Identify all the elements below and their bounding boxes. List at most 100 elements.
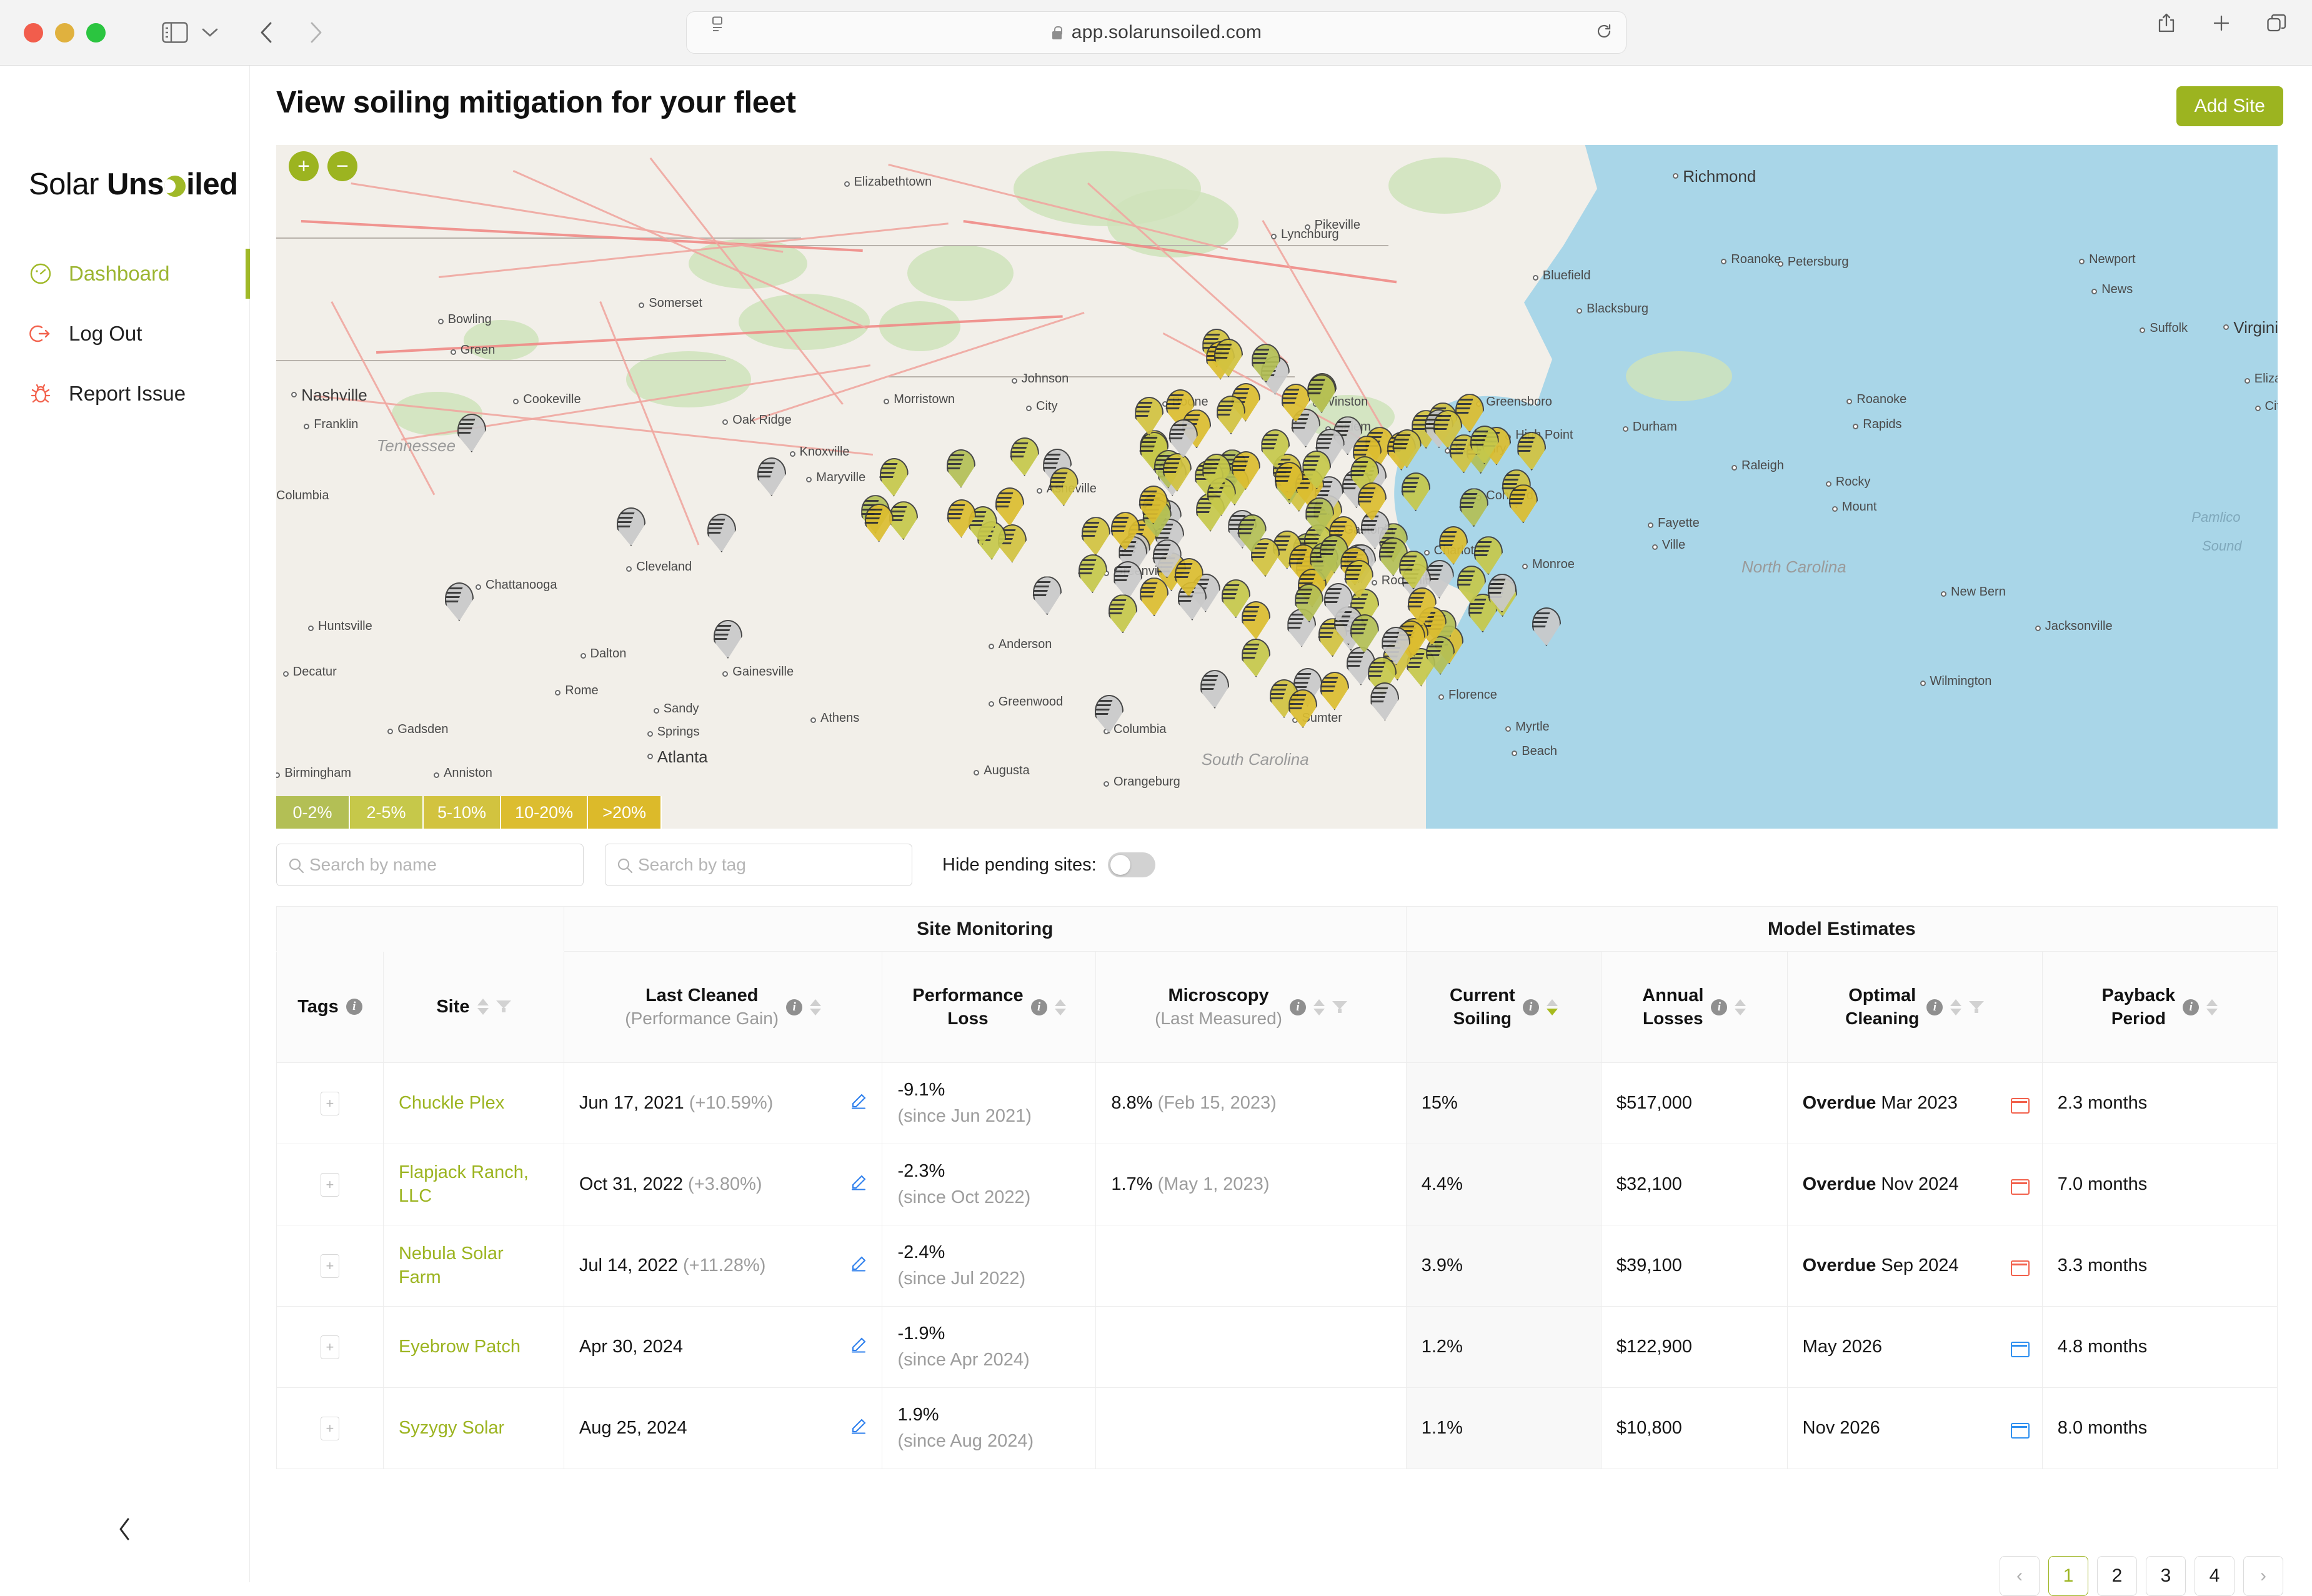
address-bar[interactable]: app.solarunsoiled.com <box>686 11 1627 54</box>
column-header-optimal[interactable]: Optimal Cleaning i <box>1786 951 2043 1063</box>
app-logo[interactable]: Solar Uns iled <box>29 167 238 202</box>
pagination-next-button[interactable]: › <box>2243 1556 2283 1596</box>
filter-funnel-icon[interactable] <box>1969 1000 1985 1015</box>
edit-pencil-icon[interactable] <box>850 1093 867 1114</box>
sort-toggle-icon[interactable] <box>477 999 489 1015</box>
map-city-dot <box>1522 564 1528 569</box>
edit-pencil-icon[interactable] <box>850 1337 867 1358</box>
search-input-name[interactable] <box>277 844 583 885</box>
map-canvas[interactable]: + − Elizabethtown Richmond Lynchburg Pikevi… <box>276 145 2278 829</box>
minimize-window-button[interactable] <box>55 22 74 42</box>
pagination-page-1[interactable]: 1 <box>2048 1556 2088 1596</box>
new-tab-icon[interactable] <box>2212 14 2231 36</box>
column-header-current[interactable]: Current Soiling i <box>1405 951 1602 1063</box>
calendar-icon[interactable] <box>2010 1339 2030 1357</box>
info-icon[interactable]: i <box>1290 999 1306 1015</box>
map-zoom-in-button[interactable]: + <box>289 151 319 181</box>
column-header-tags[interactable]: Tags i <box>276 951 384 1063</box>
reload-icon[interactable] <box>1596 23 1612 42</box>
sort-toggle-icon[interactable] <box>1735 999 1746 1015</box>
info-icon[interactable]: i <box>1926 999 1943 1015</box>
legend-item-1[interactable]: 2-5% <box>350 796 424 829</box>
site-name-link[interactable]: Eyebrow Patch <box>399 1337 521 1357</box>
pagination-page-2[interactable]: 2 <box>2097 1556 2137 1596</box>
map-label: Augusta <box>984 764 1030 777</box>
table-row[interactable]: + Chuckle Plex Jun 17, 2021 (+10.59%) -9.1%… <box>276 1062 2278 1144</box>
sidebar-item-dashboard[interactable]: Dashboard <box>0 244 251 304</box>
map-city-dot <box>2079 258 2085 264</box>
table-row[interactable]: + Eyebrow Patch Apr 30, 2024 -1.9% (since A… <box>276 1306 2278 1388</box>
sidebar-toggle-icon[interactable] <box>162 22 188 43</box>
sort-toggle-icon[interactable] <box>2206 999 2218 1015</box>
table-row[interactable]: + Nebula Solar Farm Jul 14, 2022 (+11.28%)… <box>276 1225 2278 1307</box>
tabs-overview-icon[interactable] <box>2267 14 2287 36</box>
sidebar-item-logout[interactable]: Log Out <box>0 304 250 364</box>
calendar-icon[interactable] <box>2010 1420 2030 1439</box>
page-settings-icon[interactable] <box>709 16 724 36</box>
forward-arrow-icon[interactable] <box>309 21 323 44</box>
site-name-link[interactable]: Nebula Solar Farm <box>399 1244 504 1287</box>
search-input-tag[interactable] <box>605 844 912 885</box>
calendar-icon[interactable] <box>2010 1258 2030 1276</box>
legend-item-0[interactable]: 0-2% <box>276 796 350 829</box>
back-arrow-icon[interactable] <box>259 21 273 44</box>
site-name-link[interactable]: Flapjack Ranch, LLC <box>399 1162 529 1206</box>
info-icon[interactable]: i <box>1711 999 1728 1015</box>
legend-item-3[interactable]: 10-20% <box>501 796 589 829</box>
maximize-window-button[interactable] <box>86 22 106 42</box>
filter-funnel-icon[interactable] <box>496 999 511 1014</box>
share-icon[interactable] <box>2157 12 2176 37</box>
column-header-annual[interactable]: Annual Losses i <box>1600 951 1788 1063</box>
info-icon[interactable]: i <box>786 999 803 1015</box>
sidebar-item-report-issue[interactable]: Report Issue <box>0 364 250 424</box>
table-row[interactable]: + Flapjack Ranch, LLC Oct 31, 2022 (+3.80%… <box>276 1144 2278 1225</box>
sidebar-collapse-button[interactable] <box>109 1514 141 1545</box>
pagination-prev-button[interactable]: ‹ <box>2000 1556 2040 1596</box>
column-header-payback[interactable]: Payback Period i <box>2041 951 2278 1063</box>
site-name-link[interactable]: Chuckle Plex <box>399 1093 504 1113</box>
info-icon[interactable]: i <box>1030 999 1047 1015</box>
overdue-badge: Overdue <box>1802 1174 1881 1194</box>
calendar-icon[interactable] <box>2010 1095 2030 1114</box>
column-header-microscopy[interactable]: Microscopy (Last Measured) i <box>1095 951 1407 1063</box>
row-expand-button[interactable]: + <box>320 1091 339 1115</box>
search-by-name-box[interactable] <box>276 844 584 886</box>
chevron-down-icon[interactable] <box>202 27 218 37</box>
sort-toggle-icon[interactable] <box>1950 999 1962 1015</box>
edit-pencil-icon[interactable] <box>850 1174 867 1195</box>
cell-payback-period: 7.0 months <box>2041 1144 2278 1225</box>
row-expand-button[interactable]: + <box>320 1335 339 1359</box>
sort-toggle-icon[interactable] <box>1313 999 1325 1015</box>
map-zoom-out-button[interactable]: − <box>327 151 357 181</box>
site-name-link[interactable]: Syzygy Solar <box>399 1418 504 1438</box>
row-expand-button[interactable]: + <box>320 1254 339 1278</box>
pagination-page-4[interactable]: 4 <box>2195 1556 2235 1596</box>
pagination-page-3[interactable]: 3 <box>2146 1556 2186 1596</box>
row-expand-button[interactable]: + <box>320 1172 339 1197</box>
column-header-site[interactable]: Site <box>382 951 564 1063</box>
window-traffic-lights <box>24 22 106 42</box>
edit-pencil-icon[interactable] <box>850 1255 867 1277</box>
fleet-map[interactable]: + − Elizabethtown Richmond Lynchburg Pikevi… <box>276 145 2278 829</box>
edit-pencil-icon[interactable] <box>850 1418 867 1439</box>
hide-pending-sites-toggle[interactable] <box>1107 852 1155 877</box>
column-header-perf_loss[interactable]: Performance Loss i <box>882 951 1097 1063</box>
search-by-tag-box[interactable] <box>605 844 912 886</box>
cell-tags: + <box>276 1387 384 1469</box>
legend-item-4[interactable]: >20% <box>588 796 662 829</box>
sort-toggle-icon[interactable] <box>1054 999 1066 1015</box>
filter-funnel-icon[interactable] <box>1332 1000 1347 1015</box>
sort-toggle-icon[interactable] <box>1546 999 1558 1015</box>
legend-item-2[interactable]: 5-10% <box>424 796 502 829</box>
column-header-last_cleaned[interactable]: Last Cleaned (Performance Gain) i <box>563 951 883 1063</box>
info-icon[interactable]: i <box>1522 999 1539 1015</box>
add-site-button[interactable]: Add Site <box>2176 86 2283 126</box>
info-icon[interactable]: i <box>346 999 362 1015</box>
map-city-dot <box>1941 591 1946 597</box>
row-expand-button[interactable]: + <box>320 1416 339 1440</box>
close-window-button[interactable] <box>24 22 43 42</box>
table-row[interactable]: + Syzygy Solar Aug 25, 2024 1.9% (since Aug… <box>276 1387 2278 1469</box>
info-icon[interactable]: i <box>2183 999 2200 1015</box>
sort-toggle-icon[interactable] <box>810 999 822 1015</box>
calendar-icon[interactable] <box>2010 1177 2030 1195</box>
